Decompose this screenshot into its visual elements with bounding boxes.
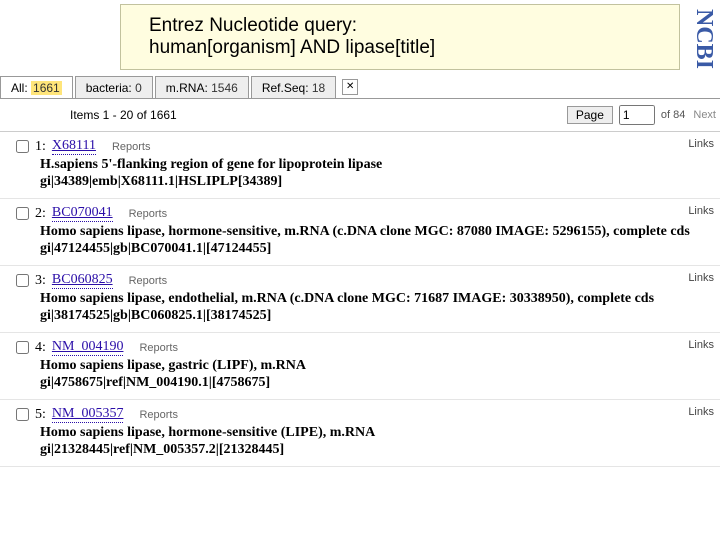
tab-refseq-count: 18 [312, 81, 325, 95]
tab-refseq[interactable]: Ref.Seq: 18 [251, 76, 336, 98]
links-menu[interactable]: Links [688, 205, 714, 217]
reports-link[interactable]: Reports [112, 141, 151, 153]
links-menu[interactable]: Links [688, 272, 714, 284]
reports-link[interactable]: Reports [129, 275, 168, 287]
select-checkbox[interactable] [16, 341, 29, 354]
accession-link[interactable]: BC060825 [52, 272, 113, 289]
result-description: Homo sapiens lipase, endothelial, m.RNA … [40, 291, 714, 307]
tab-refseq-label: Ref.Seq: [262, 81, 309, 95]
reports-link[interactable]: Reports [139, 409, 178, 421]
tab-mrna[interactable]: m.RNA: 1546 [155, 76, 249, 98]
results-list: Links 1: X68111 Reports H.sapiens 5'-flankin… [0, 132, 720, 467]
result-index: 5: [35, 407, 46, 423]
links-menu[interactable]: Links [688, 138, 714, 150]
accession-link[interactable]: NM_004190 [52, 339, 124, 356]
result-gi: gi|47124455|gb|BC070041.1|[47124455] [40, 241, 714, 257]
ncbi-logo: NCBI [690, 9, 717, 69]
result-description: Homo sapiens lipase, hormone-sensitive, … [40, 224, 714, 240]
result-item: Links 3: BC060825 Reports Homo sapiens lipas… [0, 266, 720, 333]
tab-bacteria-label: bacteria: [86, 81, 132, 95]
next-page-link[interactable]: Next [693, 109, 716, 121]
tab-bacteria-count: 0 [135, 81, 142, 95]
result-item: Links 5: NM_005357 Reports Homo sapiens lipa… [0, 400, 720, 467]
result-index: 3: [35, 273, 46, 289]
result-gi: gi|34389|emb|X68111.1|HSLIPLP[34389] [40, 174, 714, 190]
pagination-toolbar: Items 1 - 20 of 1661 Page of 84 Next [0, 99, 720, 132]
tab-all-label: All: [11, 81, 28, 95]
result-gi: gi|38174525|gb|BC060825.1|[38174525] [40, 308, 714, 324]
result-description: H.sapiens 5'-flanking region of gene for… [40, 157, 714, 173]
result-item: Links 1: X68111 Reports H.sapiens 5'-flankin… [0, 132, 720, 199]
tab-mrna-label: m.RNA: [166, 81, 208, 95]
result-index: 4: [35, 340, 46, 356]
result-gi: gi|21328445|ref|NM_005357.2|[21328445] [40, 442, 714, 458]
result-item: Links 4: NM_004190 Reports Homo sapiens lipa… [0, 333, 720, 400]
reports-link[interactable]: Reports [139, 342, 178, 354]
tab-all[interactable]: All: 1661 [0, 76, 73, 98]
reports-link[interactable]: Reports [129, 208, 168, 220]
tab-bacteria[interactable]: bacteria: 0 [75, 76, 153, 98]
accession-link[interactable]: X68111 [52, 138, 96, 155]
query-string: human[organism] AND lipase[title] [149, 37, 651, 59]
page-label: Page [567, 106, 613, 124]
select-checkbox[interactable] [16, 408, 29, 421]
result-description: Homo sapiens lipase, gastric (LIPF), m.R… [40, 358, 714, 374]
result-index: 2: [35, 206, 46, 222]
select-checkbox[interactable] [16, 207, 29, 220]
query-banner: Entrez Nucleotide query: human[organism]… [120, 4, 680, 70]
select-checkbox[interactable] [16, 140, 29, 153]
page-of-label: of 84 [661, 109, 685, 121]
page-input[interactable] [619, 105, 655, 125]
result-description: Homo sapiens lipase, hormone-sensitive (… [40, 425, 714, 441]
category-tabs: All: 1661 bacteria: 0 m.RNA: 1546 Ref.Se… [0, 76, 720, 99]
links-menu[interactable]: Links [688, 406, 714, 418]
result-gi: gi|4758675|ref|NM_004190.1|[4758675] [40, 375, 714, 391]
result-item: Links 2: BC070041 Reports Homo sapiens lipas… [0, 199, 720, 266]
select-checkbox[interactable] [16, 274, 29, 287]
links-menu[interactable]: Links [688, 339, 714, 351]
items-range: Items 1 - 20 of 1661 [70, 108, 177, 122]
query-label: Entrez Nucleotide query: [149, 15, 651, 37]
result-index: 1: [35, 139, 46, 155]
accession-link[interactable]: BC070041 [52, 205, 113, 222]
accession-link[interactable]: NM_005357 [52, 406, 124, 423]
close-tab-button[interactable]: ✕ [342, 79, 358, 95]
tab-mrna-count: 1546 [211, 81, 238, 95]
tab-all-count: 1661 [31, 81, 62, 95]
